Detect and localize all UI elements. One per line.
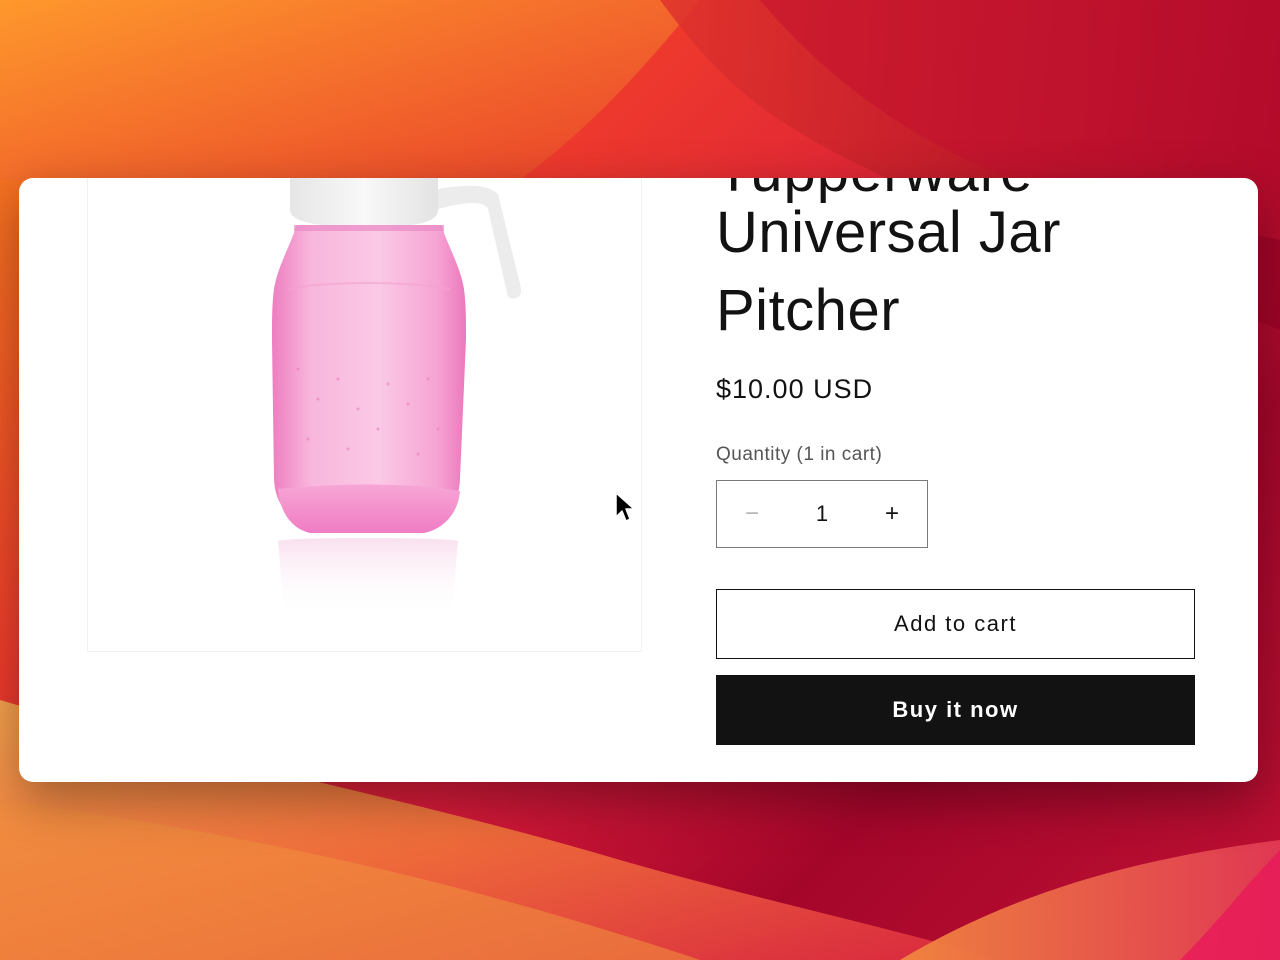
desktop-wallpaper: Tupperware Universal Jar Pitcher $10.00 … (0, 0, 1280, 960)
product-title: Universal Jar Pitcher (716, 200, 1061, 343)
product-price: $10.00 USD (716, 374, 874, 404)
pink-jar-pitcher-image (272, 178, 522, 617)
browser-window: Tupperware Universal Jar Pitcher $10.00 … (19, 178, 1258, 782)
decrease-quantity-button[interactable]: − (717, 481, 787, 547)
increase-quantity-button[interactable]: + (857, 481, 927, 547)
add-to-cart-button[interactable]: Add to cart (716, 589, 1195, 659)
quantity-stepper: − + (716, 480, 928, 548)
mouse-pointer-icon (615, 492, 635, 522)
quantity-label: Quantity (1 in cart) (716, 444, 883, 465)
buy-it-now-button[interactable]: Buy it now (716, 675, 1195, 745)
product-media-frame (87, 178, 642, 652)
quantity-input[interactable] (787, 481, 857, 547)
